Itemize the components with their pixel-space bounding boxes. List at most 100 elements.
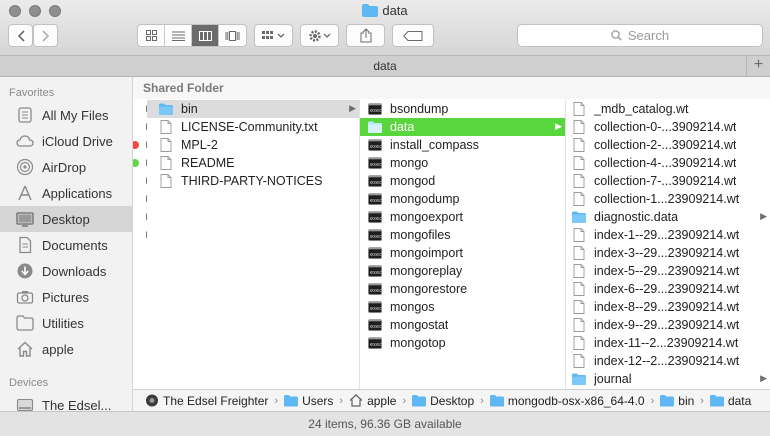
- document-icon: [573, 174, 585, 188]
- chevron-right-icon: [41, 29, 49, 42]
- path-crumb[interactable]: mongodb-osx-x86_64-4.0: [489, 394, 645, 408]
- folder-icon: [660, 395, 675, 407]
- list-item[interactable]: exec mongoexport: [360, 208, 565, 226]
- search-icon: [611, 30, 622, 41]
- path-crumb[interactable]: The Edsel Freighter: [145, 394, 268, 408]
- list-item[interactable]: exec mongoreplay: [360, 262, 565, 280]
- list-item[interactable]: data ▶: [360, 118, 565, 136]
- edit-tags-button[interactable]: [392, 24, 434, 47]
- icon-view-button[interactable]: [138, 25, 165, 46]
- list-item[interactable]: collection-1...23909214.wt: [566, 190, 770, 208]
- list-item[interactable]: collection-7-...3909214.wt: [566, 172, 770, 190]
- cover-flow-button[interactable]: [219, 25, 246, 46]
- sidebar-item-label: apple: [42, 341, 74, 357]
- path-crumb[interactable]: data: [709, 394, 751, 408]
- back-button[interactable]: [8, 24, 33, 47]
- document-icon: [573, 120, 585, 134]
- file-name: mongoreplay: [390, 264, 463, 278]
- list-item[interactable]: index-8--29...23909214.wt: [566, 298, 770, 316]
- list-item[interactable]: exec mongotop: [360, 334, 565, 352]
- path-crumb[interactable]: bin: [660, 394, 694, 408]
- window-toolbar: data Search: [0, 0, 770, 56]
- list-item[interactable]: exec mongodump: [360, 190, 565, 208]
- path-crumb-label: bin: [678, 393, 695, 408]
- column-3: _mdb_catalog.wt collection-0-...3909214.w…: [566, 100, 770, 389]
- forward-button[interactable]: [33, 24, 58, 47]
- list-item[interactable]: index-1--29...23909214.wt: [566, 226, 770, 244]
- list-item[interactable]: exec mongos: [360, 298, 565, 316]
- sidebar-item-utilities[interactable]: Utilities: [0, 310, 132, 336]
- home-icon: [17, 341, 33, 357]
- column-view-button[interactable]: [192, 25, 219, 46]
- list-item[interactable]: MPL-2: [147, 136, 359, 154]
- sidebar-item-airdrop[interactable]: AirDrop: [0, 154, 132, 180]
- list-item[interactable]: exec mongoimport: [360, 244, 565, 262]
- list-item[interactable]: exec mongostat: [360, 316, 565, 334]
- list-item[interactable]: collection-0-...3909214.wt: [566, 118, 770, 136]
- sidebar-item-pictures[interactable]: Pictures: [0, 284, 132, 310]
- list-item[interactable]: LICENSE-Community.txt: [147, 118, 359, 136]
- path-crumb[interactable]: Users: [284, 394, 333, 408]
- list-item[interactable]: bin ▶: [147, 100, 359, 118]
- document-icon: [573, 318, 585, 332]
- list-item[interactable]: exec mongo: [360, 154, 565, 172]
- file-name: mongoexport: [390, 210, 463, 224]
- svg-text:exec: exec: [370, 288, 382, 294]
- list-view-button[interactable]: [165, 25, 192, 46]
- share-button[interactable]: [346, 24, 385, 47]
- new-tab-button[interactable]: +: [746, 56, 770, 76]
- list-item[interactable]: _mdb_catalog.wt: [566, 100, 770, 118]
- terminal-icon: exec: [368, 319, 382, 331]
- action-button[interactable]: [300, 24, 339, 47]
- list-item[interactable]: index-6--29...23909214.wt: [566, 280, 770, 298]
- list-item[interactable]: exec install_compass: [360, 136, 565, 154]
- file-name: mongod: [390, 174, 436, 188]
- path-crumb-label: Users: [302, 393, 334, 408]
- sidebar-item-all-my-files[interactable]: All My Files: [0, 102, 132, 128]
- list-item[interactable]: diagnostic.data ▶: [566, 208, 770, 226]
- list-item[interactable]: collection-2-...3909214.wt: [566, 136, 770, 154]
- file-name: README: [181, 156, 235, 170]
- list-item[interactable]: exec mongod: [360, 172, 565, 190]
- list-item[interactable]: exec mongorestore: [360, 280, 565, 298]
- path-separator-icon: ›: [650, 394, 655, 407]
- file-name: index-11--2...23909214.wt: [594, 336, 739, 350]
- sidebar-item-desktop[interactable]: Desktop: [0, 206, 132, 232]
- list-item[interactable]: index-9--29...23909214.wt: [566, 316, 770, 334]
- search-field[interactable]: Search: [517, 24, 763, 47]
- sidebar-item-applications[interactable]: Applications: [0, 180, 132, 206]
- path-crumb[interactable]: Desktop: [412, 394, 474, 408]
- sidebar-item-label: Desktop: [42, 211, 90, 227]
- tab-data[interactable]: data: [373, 59, 396, 73]
- file-name: index-6--29...23909214.wt: [594, 282, 740, 296]
- file-name: mongodump: [390, 192, 460, 206]
- folder-icon: [368, 121, 382, 133]
- terminal-icon: exec: [368, 229, 382, 241]
- applications-icon: [18, 185, 32, 201]
- cover-flow-icon: [225, 30, 240, 41]
- svg-text:exec: exec: [370, 252, 382, 258]
- sidebar-item-downloads[interactable]: Downloads: [0, 258, 132, 284]
- document-icon: [573, 228, 585, 242]
- list-item[interactable]: index-5--29...23909214.wt: [566, 262, 770, 280]
- sidebar-item-icloud-drive[interactable]: iCloud Drive: [0, 128, 132, 154]
- sidebar-item-documents[interactable]: Documents: [0, 232, 132, 258]
- document-icon: [573, 156, 585, 170]
- list-item[interactable]: index-12--2...23909214.wt: [566, 352, 770, 370]
- chevron-left-icon: [17, 29, 25, 42]
- list-item[interactable]: README: [147, 154, 359, 172]
- list-item[interactable]: index-3--29...23909214.wt: [566, 244, 770, 262]
- sidebar: Favorites All My Files iCloud Drive AirDro…: [0, 77, 133, 411]
- list-item[interactable]: THIRD-PARTY-NOTICES: [147, 172, 359, 190]
- folder-icon: [412, 395, 427, 407]
- list-item[interactable]: exec mongofiles: [360, 226, 565, 244]
- path-separator-icon: ›: [339, 394, 344, 407]
- sidebar-item-apple[interactable]: apple: [0, 336, 132, 362]
- list-item[interactable]: index-11--2...23909214.wt: [566, 334, 770, 352]
- list-item[interactable]: exec bsondump: [360, 100, 565, 118]
- list-item[interactable]: journal ▶: [566, 370, 770, 388]
- sidebar-item-the-edsel[interactable]: The Edsel...: [0, 392, 132, 411]
- arrange-button[interactable]: [254, 24, 293, 47]
- list-item[interactable]: collection-4-...3909214.wt: [566, 154, 770, 172]
- path-crumb[interactable]: apple: [349, 394, 396, 408]
